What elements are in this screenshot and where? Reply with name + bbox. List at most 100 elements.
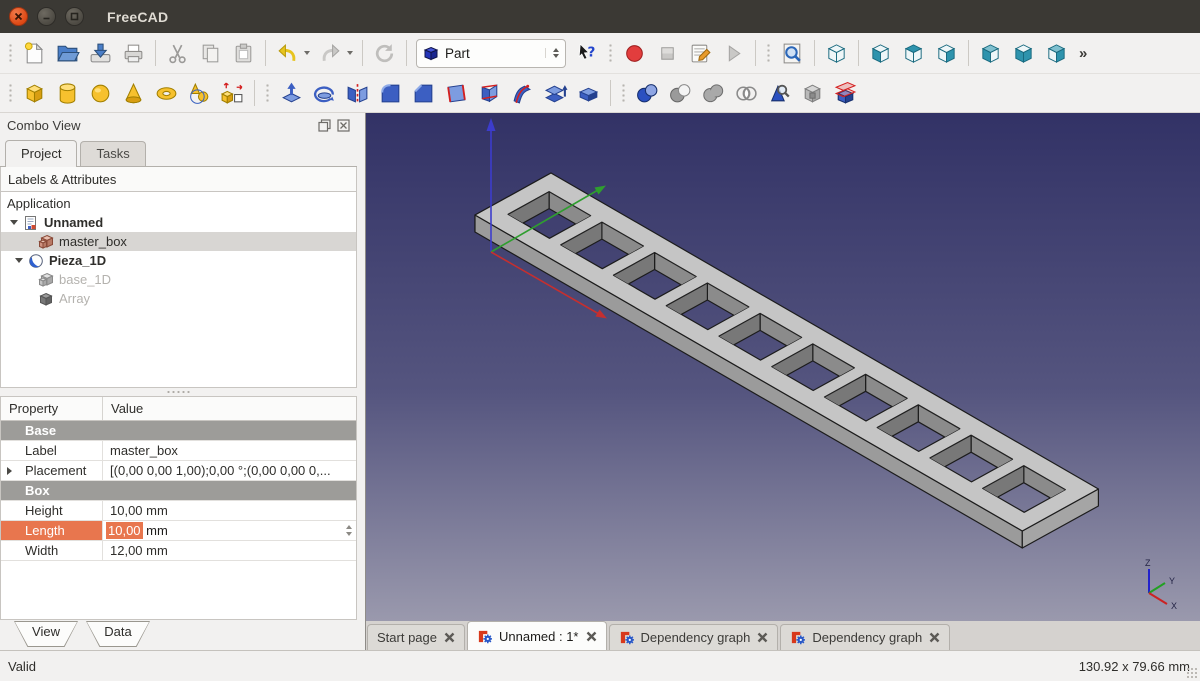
view-axonometric-button[interactable]: [820, 37, 853, 70]
expander-down-icon[interactable]: [10, 220, 18, 225]
part-boolean-button[interactable]: [631, 77, 664, 110]
close-tab-icon[interactable]: [586, 631, 597, 642]
redo-button[interactable]: [314, 37, 347, 70]
toolbar-drag-handle[interactable]: [7, 42, 14, 64]
property-row-length[interactable]: Length 10,00 mm: [1, 521, 356, 541]
tree-item-pieza-1d[interactable]: Pieza_1D: [1, 251, 356, 270]
resize-grip[interactable]: [1186, 667, 1198, 679]
macro-play-button[interactable]: [717, 37, 750, 70]
part-common-button[interactable]: [730, 77, 763, 110]
part-shapebuilder-button[interactable]: [216, 77, 249, 110]
macro-stop-button[interactable]: [651, 37, 684, 70]
tab-dependency-graph-2[interactable]: Dependency graph: [780, 624, 950, 650]
part-check-geometry-button[interactable]: [763, 77, 796, 110]
macro-record-button[interactable]: [618, 37, 651, 70]
tab-unnamed-document[interactable]: Unnamed : 1*: [467, 621, 607, 650]
property-row-height[interactable]: Height 10,00 mm: [1, 501, 356, 521]
part-sphere-button[interactable]: [84, 77, 117, 110]
tab-view-properties[interactable]: View: [14, 621, 78, 647]
save-document-button[interactable]: [84, 37, 117, 70]
workbench-spinner[interactable]: [545, 48, 559, 58]
panel-splitter[interactable]: [0, 388, 357, 396]
column-header-property[interactable]: Property: [1, 397, 103, 420]
redo-dropdown-icon[interactable]: [347, 51, 353, 55]
part-sweep-button[interactable]: [506, 77, 539, 110]
workbench-selector[interactable]: Part: [416, 39, 566, 68]
part-revolve-button[interactable]: [308, 77, 341, 110]
view-rear-button[interactable]: [974, 37, 1007, 70]
tree-item-master-box[interactable]: master_box: [1, 232, 356, 251]
part-chamfer-button[interactable]: [407, 77, 440, 110]
new-document-button[interactable]: [18, 37, 51, 70]
property-row-placement[interactable]: Placement [(0,00 0,00 1,00);0,00 °;(0,00…: [1, 461, 356, 481]
copy-button[interactable]: [194, 37, 227, 70]
toolbar-drag-handle[interactable]: [607, 42, 614, 64]
tab-dependency-graph-1[interactable]: Dependency graph: [609, 624, 779, 650]
macro-edit-button[interactable]: [684, 37, 717, 70]
undo-dropdown-icon[interactable]: [304, 51, 310, 55]
close-panel-icon[interactable]: [337, 119, 350, 132]
part-loft-button[interactable]: [473, 77, 506, 110]
toolbar-drag-handle[interactable]: [7, 82, 14, 104]
part-cut-button[interactable]: [664, 77, 697, 110]
open-document-button[interactable]: [51, 37, 84, 70]
tree-item-base-1d[interactable]: base_1D: [1, 270, 356, 289]
toolbar-drag-handle[interactable]: [264, 82, 271, 104]
whats-this-button[interactable]: ?: [570, 37, 603, 70]
expander-right-icon[interactable]: [7, 467, 12, 475]
tab-tasks[interactable]: Tasks: [80, 141, 145, 166]
toolbar-overflow-button[interactable]: »: [1079, 45, 1087, 62]
3d-viewport[interactable]: Z Y X: [365, 113, 1200, 621]
tab-start-page[interactable]: Start page: [367, 624, 465, 650]
close-tab-icon[interactable]: [757, 632, 768, 643]
part-defeaturing-button[interactable]: [796, 77, 829, 110]
view-left-button[interactable]: [1040, 37, 1073, 70]
part-mirror-button[interactable]: [341, 77, 374, 110]
cut-button[interactable]: [161, 37, 194, 70]
tree-item-unnamed[interactable]: Unnamed: [1, 213, 356, 232]
length-spinner[interactable]: [339, 525, 352, 536]
refresh-button[interactable]: [368, 37, 401, 70]
property-group-box[interactable]: Box: [1, 481, 356, 501]
view-front-button[interactable]: [864, 37, 897, 70]
expander-down-icon[interactable]: [15, 258, 23, 263]
window-maximize-button[interactable]: [65, 7, 84, 26]
property-group-base[interactable]: Base: [1, 421, 356, 441]
part-extrude-button[interactable]: [275, 77, 308, 110]
window-close-button[interactable]: [9, 7, 28, 26]
part-ruled-surface-button[interactable]: [440, 77, 473, 110]
close-tab-icon[interactable]: [929, 632, 940, 643]
part-thickness-button[interactable]: [572, 77, 605, 110]
column-header-value[interactable]: Value: [103, 401, 143, 416]
part-offset-button[interactable]: [539, 77, 572, 110]
part-cylinder-button[interactable]: [51, 77, 84, 110]
undo-button[interactable]: [271, 37, 304, 70]
tree-item-application[interactable]: Application: [1, 194, 356, 213]
property-row-width[interactable]: Width 12,00 mm: [1, 541, 356, 561]
property-value[interactable]: [(0,00 0,00 1,00);0,00 °;(0,00 0,00 0,..…: [103, 461, 356, 480]
tree-item-array[interactable]: Array: [1, 289, 356, 308]
part-cross-sections-button[interactable]: [829, 77, 862, 110]
float-panel-icon[interactable]: [318, 119, 331, 132]
view-right-button[interactable]: [930, 37, 963, 70]
part-box-button[interactable]: [18, 77, 51, 110]
tab-data-properties[interactable]: Data: [86, 621, 150, 647]
fit-all-button[interactable]: [776, 37, 809, 70]
paste-button[interactable]: [227, 37, 260, 70]
part-torus-button[interactable]: [150, 77, 183, 110]
part-fuse-button[interactable]: [697, 77, 730, 110]
property-value[interactable]: 12,00 mm: [103, 541, 356, 560]
property-value[interactable]: 10,00 mm: [103, 501, 356, 520]
tab-project[interactable]: Project: [5, 140, 77, 167]
close-tab-icon[interactable]: [444, 632, 455, 643]
dock-splitter[interactable]: [357, 113, 365, 650]
toolbar-drag-handle[interactable]: [765, 42, 772, 64]
length-edit-field[interactable]: 10,00 mm: [103, 521, 356, 540]
part-cone-button[interactable]: [117, 77, 150, 110]
view-top-button[interactable]: [897, 37, 930, 70]
print-button[interactable]: [117, 37, 150, 70]
property-value[interactable]: master_box: [103, 441, 356, 460]
part-primitives-button[interactable]: [183, 77, 216, 110]
toolbar-drag-handle[interactable]: [620, 82, 627, 104]
property-row-label[interactable]: Label master_box: [1, 441, 356, 461]
